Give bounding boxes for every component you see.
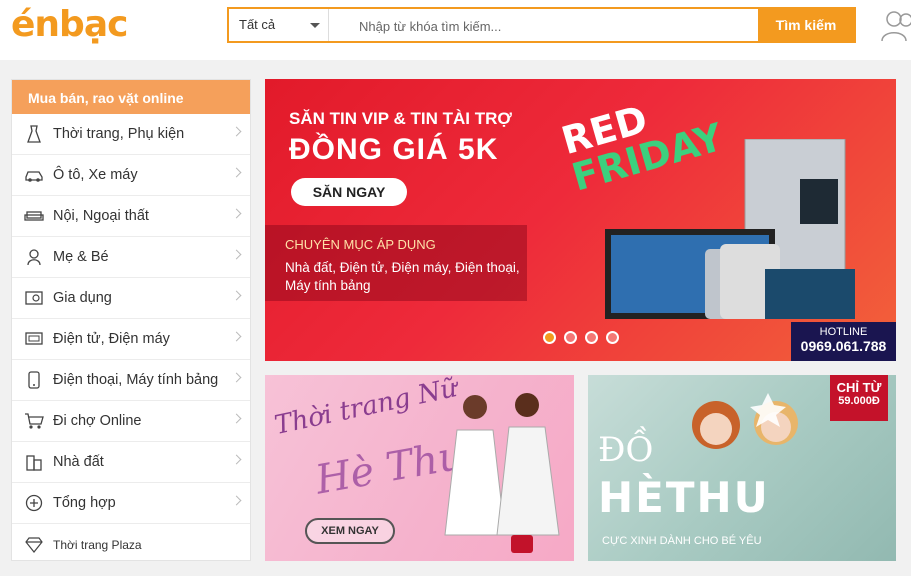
sidebar-item[interactable]: Tổng hợp [12,483,250,524]
banner-section-title: CHUYÊN MỤC ÁP DỤNG [285,237,436,252]
logo[interactable]: énbạc [11,4,128,45]
appliances-illustration [605,139,855,319]
banner-cta-button[interactable]: SĂN NGAY [291,178,407,206]
car-icon [24,165,44,185]
hotline-number[interactable]: 0969.061.788 [791,338,896,354]
carousel-dot[interactable] [585,331,598,344]
sidebar-item[interactable]: Ô tô, Xe máy [12,155,250,196]
sidebar-item[interactable]: Thời trang Plaza [12,524,250,565]
caret-down-icon [310,23,320,28]
sidebar-item[interactable]: Gia dụng [12,278,250,319]
banner-line1: SĂN TIN VIP & TIN TÀI TRỢ [289,109,512,128]
plus-circle-icon [24,493,44,513]
sidebar-item-label: Đi chợ Online [53,413,142,429]
tv-icon [24,329,44,349]
chevron-right-icon [231,331,242,342]
appliance-icon [24,288,44,308]
chevron-right-icon [231,413,242,424]
fashion-script-title: Thời trang Nữ [271,375,460,441]
carousel-dot[interactable] [564,331,577,344]
sidebar-item[interactable]: Điện tử, Điện máy [12,319,250,360]
chevron-right-icon [231,249,242,260]
sidebar-item-label: Mẹ & Bé [53,249,109,265]
category-sidebar: Mua bán, rao vặt online Thời trang, Phụ … [11,79,251,561]
kids-illustration [692,393,798,449]
sidebar-item-label: Thời trang, Phụ kiện [53,126,185,142]
chevron-right-icon [231,495,242,506]
search-input[interactable] [359,15,739,37]
price-tag: CHỈ TỪ 59.000Đ [830,375,888,421]
sidebar-item-label: Nhà đất [53,454,104,470]
sidebar-item-label: Tổng hợp [53,495,116,511]
chevron-right-icon [231,372,242,383]
chevron-right-icon [231,208,242,219]
hotline-box: HOTLINE 0969.061.788 [791,322,896,361]
sidebar-item[interactable]: Điện thoại, Máy tính bảng [12,360,250,401]
header: énbạc Tất cả Tìm kiếm [0,0,911,60]
category-label: Tất cả [239,17,276,32]
hotline-label: HOTLINE [819,326,868,338]
sidebar-item[interactable]: Nhà đất [12,442,250,483]
sidebar-item[interactable]: Đi chợ Online [12,401,250,442]
banner-line2: ĐỒNG GIÁ 5K [289,133,499,166]
banner-section-text: Nhà đất, Điện tử, Điện máy, Điện thoại, … [285,260,520,293]
sidebar-item-label: Gia dụng [53,290,112,306]
category-select[interactable]: Tất cả [229,9,329,41]
chevron-right-icon [231,126,242,137]
carousel-dots [543,331,619,344]
models-illustration [444,393,560,553]
sidebar-item-label: Điện thoại, Máy tính bảng [53,372,219,388]
main-banner[interactable]: SĂN TIN VIP & TIN TÀI TRỢ ĐỒNG GIÁ 5K SĂ… [265,79,896,361]
dress-icon [24,124,44,144]
chevron-right-icon [231,454,242,465]
kids-title-line1: ĐỒ [598,430,654,470]
sidebar-item[interactable]: Nội, Ngoại thất [12,196,250,237]
search-button[interactable]: Tìm kiếm [758,9,854,41]
view-now-button[interactable]: XEM NGAY [305,518,395,544]
carousel-dot[interactable] [606,331,619,344]
sidebar-item[interactable]: Thời trang, Phụ kiện [12,114,250,155]
sidebar-item-label: Điện tử, Điện máy [53,331,170,347]
cart-icon [24,411,44,431]
chevron-right-icon [231,167,242,178]
price-tag-value: 59.000Đ [838,395,880,407]
sidebar-item[interactable]: Mẹ & Bé [12,237,250,278]
sidebar-item-label: Thời trang Plaza [53,537,142,552]
phone-icon [24,370,44,390]
diamond-icon [24,535,44,555]
baby-icon [24,247,44,267]
sidebar-title: Mua bán, rao vặt online [12,80,250,114]
sofa-icon [24,206,44,226]
price-tag-label: CHỈ TỪ [836,380,882,395]
carousel-dot[interactable] [543,331,556,344]
chevron-right-icon [231,290,242,301]
search-bar: Tất cả Tìm kiếm [227,7,856,43]
sidebar-item-label: Nội, Ngoại thất [53,208,149,224]
building-icon [24,452,44,472]
fashion-banner[interactable]: Thời trang Nữ Hè Thu XEM NGAY [265,375,574,561]
sidebar-item-label: Ô tô, Xe máy [53,167,138,183]
kids-banner[interactable]: ĐỒ HÈTHU CỰC XINH DÀNH CHO BÉ YÊU CHỈ TỪ… [588,375,896,561]
user-icon[interactable] [880,8,911,42]
kids-subtitle: CỰC XINH DÀNH CHO BÉ YÊU [602,535,762,547]
